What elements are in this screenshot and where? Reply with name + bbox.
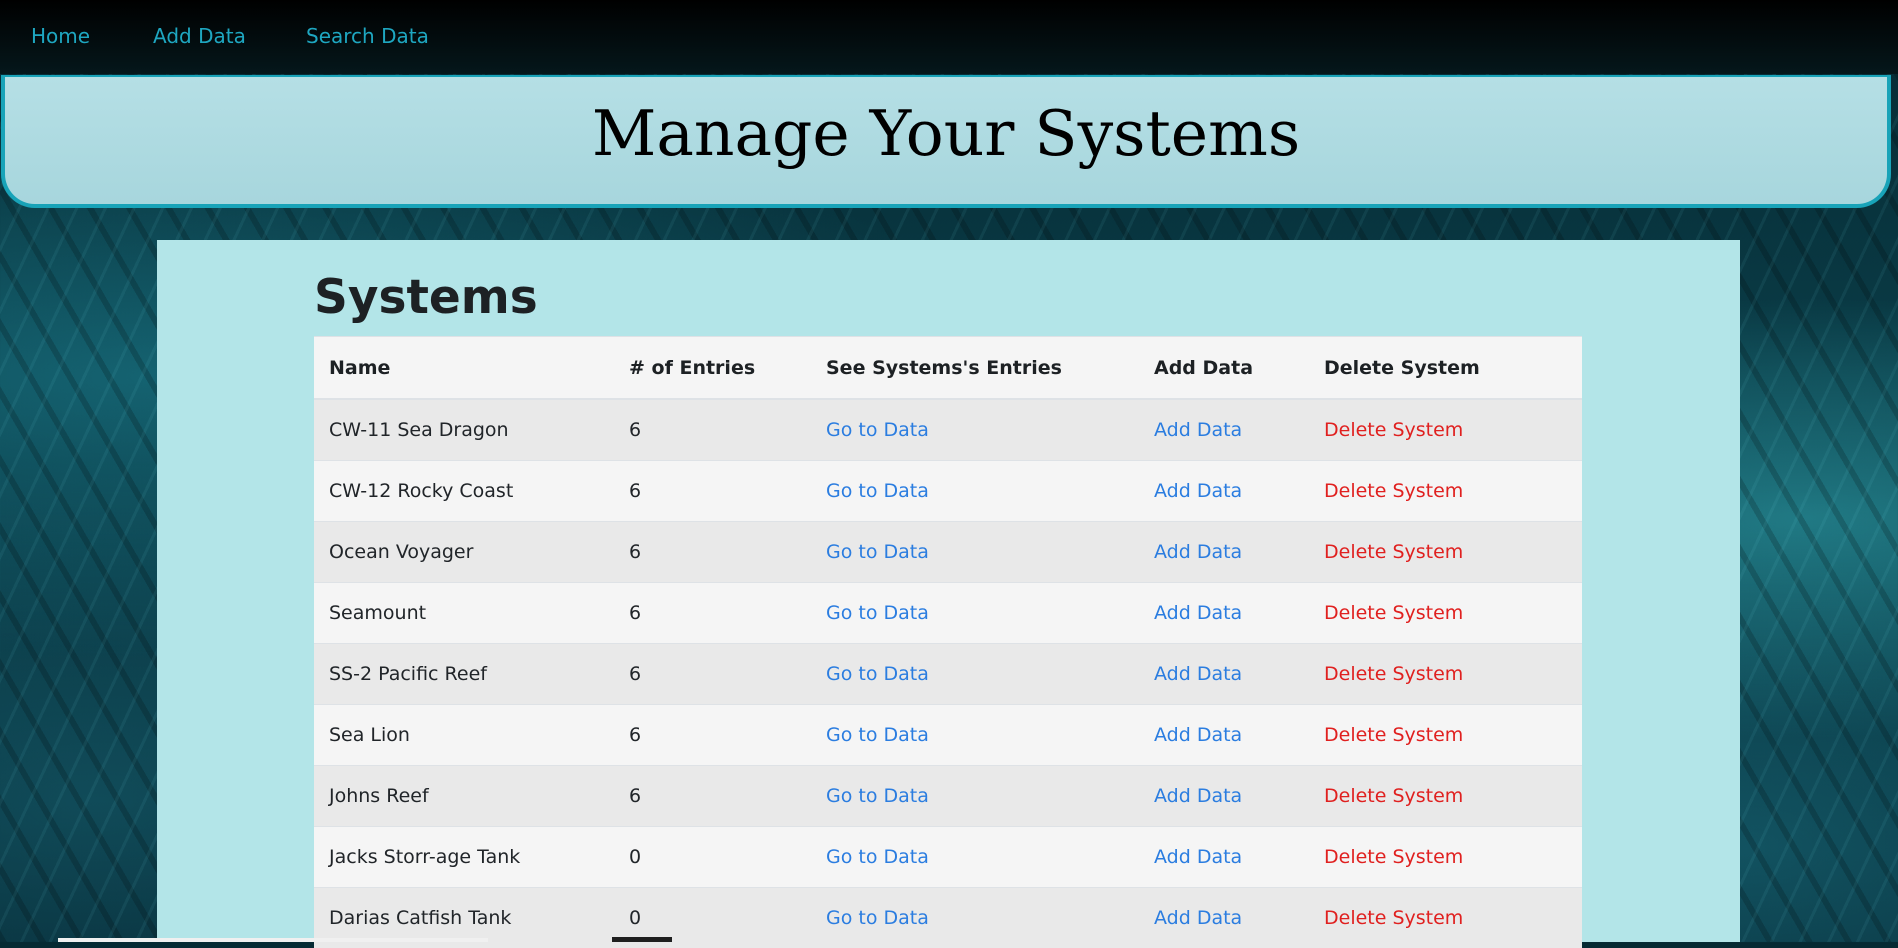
add-data-link[interactable]: Add Data [1154,907,1242,929]
add-data-cell: Add Data [1139,583,1309,644]
column-header-add-data: Add Data [1139,337,1309,400]
table-row: SS-2 Pacific Reef 6 Go to Data Add Data … [314,644,1582,705]
table-row: Jacks Storr-age Tank 0 Go to Data Add Da… [314,827,1582,888]
system-name: CW-11 Sea Dragon [314,399,614,461]
delete-system-link[interactable]: Delete System [1324,846,1463,868]
system-name: Seamount [314,583,614,644]
entry-count: 6 [614,766,811,827]
delete-system-cell: Delete System [1309,583,1582,644]
table-row: CW-11 Sea Dragon 6 Go to Data Add Data D… [314,399,1582,461]
scrollbar-thumb[interactable] [612,937,672,942]
add-data-cell: Add Data [1139,522,1309,583]
entry-count: 6 [614,461,811,522]
page-title: Manage Your Systems [5,97,1887,170]
add-data-link[interactable]: Add Data [1154,846,1242,868]
add-data-link[interactable]: Add Data [1154,480,1242,502]
add-data-cell: Add Data [1139,888,1309,948]
content-panel: Systems Name # of Entries See Systems's … [157,240,1740,942]
add-data-link[interactable]: Add Data [1154,541,1242,563]
entry-count: 6 [614,399,811,461]
add-data-link[interactable]: Add Data [1154,724,1242,746]
entry-count: 6 [614,583,811,644]
delete-system-cell: Delete System [1309,827,1582,888]
go-to-data-link[interactable]: Go to Data [826,419,929,441]
system-name: Sea Lion [314,705,614,766]
table-row: Sea Lion 6 Go to Data Add Data Delete Sy… [314,705,1582,766]
system-name: CW-12 Rocky Coast [314,461,614,522]
horizontal-scrollbar[interactable] [58,938,488,942]
system-name: Johns Reef [314,766,614,827]
system-name: SS-2 Pacific Reef [314,644,614,705]
add-data-link[interactable]: Add Data [1154,419,1242,441]
header-banner: Manage Your Systems [1,75,1891,208]
systems-table: Name # of Entries See Systems's Entries … [314,336,1582,948]
go-to-data-link[interactable]: Go to Data [826,541,929,563]
go-to-data-link[interactable]: Go to Data [826,663,929,685]
delete-system-cell: Delete System [1309,461,1582,522]
delete-system-cell: Delete System [1309,522,1582,583]
systems-heading: Systems [314,270,538,325]
delete-system-link[interactable]: Delete System [1324,419,1463,441]
delete-system-link[interactable]: Delete System [1324,602,1463,624]
delete-system-cell: Delete System [1309,644,1582,705]
delete-system-link[interactable]: Delete System [1324,907,1463,929]
add-data-cell: Add Data [1139,827,1309,888]
see-entries-cell: Go to Data [811,766,1139,827]
go-to-data-link[interactable]: Go to Data [826,724,929,746]
table-header-row: Name # of Entries See Systems's Entries … [314,337,1582,400]
column-header-see-entries: See Systems's Entries [811,337,1139,400]
column-header-name: Name [314,337,614,400]
add-data-cell: Add Data [1139,461,1309,522]
table-row: Seamount 6 Go to Data Add Data Delete Sy… [314,583,1582,644]
go-to-data-link[interactable]: Go to Data [826,846,929,868]
see-entries-cell: Go to Data [811,583,1139,644]
add-data-cell: Add Data [1139,644,1309,705]
table-row: Darias Catfish Tank 0 Go to Data Add Dat… [314,888,1582,948]
entry-count: 0 [614,827,811,888]
delete-system-cell: Delete System [1309,766,1582,827]
add-data-link[interactable]: Add Data [1154,785,1242,807]
column-header-entries: # of Entries [614,337,811,400]
go-to-data-link[interactable]: Go to Data [826,907,929,929]
see-entries-cell: Go to Data [811,461,1139,522]
top-navbar: Home Add Data Search Data [0,0,1898,74]
table-header: Name # of Entries See Systems's Entries … [314,337,1582,400]
see-entries-cell: Go to Data [811,399,1139,461]
table-body: CW-11 Sea Dragon 6 Go to Data Add Data D… [314,399,1582,948]
see-entries-cell: Go to Data [811,827,1139,888]
add-data-cell: Add Data [1139,399,1309,461]
go-to-data-link[interactable]: Go to Data [826,785,929,807]
delete-system-link[interactable]: Delete System [1324,541,1463,563]
column-header-delete-system: Delete System [1309,337,1582,400]
delete-system-link[interactable]: Delete System [1324,724,1463,746]
delete-system-cell: Delete System [1309,705,1582,766]
nav-link-search-data[interactable]: Search Data [306,24,429,48]
system-name: Jacks Storr-age Tank [314,827,614,888]
add-data-link[interactable]: Add Data [1154,663,1242,685]
add-data-cell: Add Data [1139,705,1309,766]
table-row: Johns Reef 6 Go to Data Add Data Delete … [314,766,1582,827]
go-to-data-link[interactable]: Go to Data [826,480,929,502]
see-entries-cell: Go to Data [811,644,1139,705]
nav-link-home[interactable]: Home [31,24,90,48]
delete-system-cell: Delete System [1309,399,1582,461]
add-data-cell: Add Data [1139,766,1309,827]
delete-system-link[interactable]: Delete System [1324,785,1463,807]
add-data-link[interactable]: Add Data [1154,602,1242,624]
delete-system-link[interactable]: Delete System [1324,663,1463,685]
table-row: CW-12 Rocky Coast 6 Go to Data Add Data … [314,461,1582,522]
nav-link-add-data[interactable]: Add Data [153,24,246,48]
delete-system-cell: Delete System [1309,888,1582,948]
see-entries-cell: Go to Data [811,522,1139,583]
entry-count: 6 [614,705,811,766]
entry-count: 6 [614,644,811,705]
go-to-data-link[interactable]: Go to Data [826,602,929,624]
system-name: Ocean Voyager [314,522,614,583]
see-entries-cell: Go to Data [811,888,1139,948]
table-row: Ocean Voyager 6 Go to Data Add Data Dele… [314,522,1582,583]
entry-count: 6 [614,522,811,583]
see-entries-cell: Go to Data [811,705,1139,766]
delete-system-link[interactable]: Delete System [1324,480,1463,502]
